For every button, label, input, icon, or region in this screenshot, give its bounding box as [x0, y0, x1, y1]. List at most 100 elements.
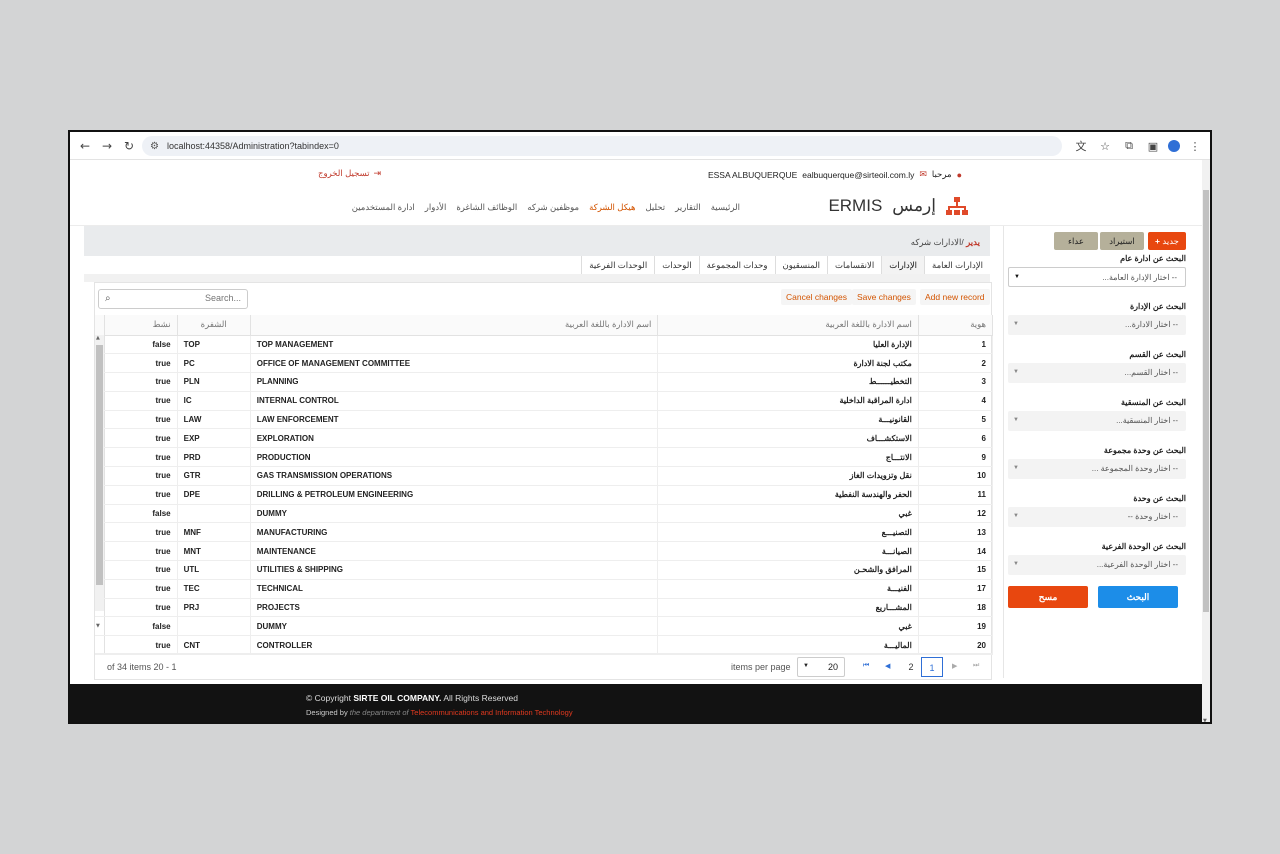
table-row[interactable]: true TEC TECHNICAL الفنيـــة 17	[95, 579, 994, 599]
cell-id[interactable]: 13	[918, 522, 994, 543]
cell-active[interactable]: true	[104, 598, 178, 618]
table-row[interactable]: true GTR GAS TRANSMISSION OPERATIONS نقل وت…	[95, 466, 994, 486]
address-bar[interactable]: ⚙ localhost:44358/Administration?tabinde…	[142, 136, 1062, 156]
cell-code[interactable]: GTR	[177, 466, 251, 486]
cell-name-en[interactable]: PLANNING	[250, 372, 659, 392]
cell-name-ar[interactable]: المرافق والشحـن	[657, 560, 919, 580]
cell-name-en[interactable]: LAW ENFORCEMENT	[250, 410, 659, 430]
cell-id[interactable]: 19	[918, 616, 994, 637]
cell-active[interactable]: true	[104, 410, 178, 430]
cell-name-en[interactable]: MAINTENANCE	[250, 541, 659, 562]
table-row[interactable]: true PRJ PROJECTS المشـــاريع 18	[95, 598, 994, 618]
nav-item-1[interactable]: التقارير	[675, 202, 701, 213]
cell-name-en[interactable]: CONTROLLER	[250, 635, 659, 656]
cancel-button[interactable]: عداء	[1054, 232, 1098, 250]
cell-id[interactable]: 12	[918, 504, 994, 524]
cell-active[interactable]: true	[104, 541, 178, 562]
filter-select[interactable]: ▼ -- اختار وحدة --	[1008, 507, 1186, 527]
grid-scrollbar[interactable]: ▲ ▼	[95, 335, 104, 629]
cell-active[interactable]: false	[104, 504, 178, 524]
scroll-thumb[interactable]	[96, 345, 103, 585]
cell-code[interactable]: TEC	[177, 579, 251, 599]
tab-3[interactable]: المنسقيون	[774, 256, 828, 274]
cell-id[interactable]: 6	[918, 428, 994, 449]
nav-item-5[interactable]: الوظائف الشاغرة	[456, 202, 517, 213]
page-scroll-down-icon[interactable]: ▼	[1203, 718, 1207, 722]
cell-name-ar[interactable]: الإدارة العليا	[657, 335, 919, 355]
breadcrumb-root[interactable]: يدير	[966, 237, 980, 247]
table-row[interactable]: true PRD PRODUCTION الانتـــاج 9	[95, 447, 994, 468]
cell-id[interactable]: 4	[918, 391, 994, 411]
table-row[interactable]: false DUMMY غبي 19	[95, 616, 994, 637]
nav-item-6[interactable]: الأدوار	[425, 202, 447, 213]
scroll-up-icon[interactable]: ▲	[96, 335, 100, 341]
cancel-changes-button[interactable]: Cancel changes	[781, 289, 852, 305]
filter-select[interactable]: ▼ -- اختار وحدة المجموعة ...	[1008, 459, 1186, 479]
filter-select[interactable]: ▼ -- اختار المنسقية...	[1008, 411, 1186, 431]
cell-code[interactable]: CNT	[177, 635, 251, 656]
prev-page-icon[interactable]: ◀	[885, 662, 890, 670]
cell-id[interactable]: 11	[918, 485, 994, 505]
next-page-icon[interactable]: ▶	[952, 662, 957, 670]
cell-name-ar[interactable]: ادارة المراقبة الداخلية	[657, 391, 919, 411]
cell-active[interactable]: true	[104, 447, 178, 468]
import-button[interactable]: استيراد	[1100, 232, 1144, 250]
cell-code[interactable]: LAW	[177, 410, 251, 430]
cell-name-ar[interactable]: الماليـــة	[657, 635, 919, 656]
page-1-button[interactable]: 1	[921, 657, 943, 677]
cell-code[interactable]: UTL	[177, 560, 251, 580]
cell-active[interactable]: true	[104, 372, 178, 392]
more-menu-icon[interactable]: ⋮	[1186, 136, 1204, 156]
cell-name-ar[interactable]: القانونيـــة	[657, 410, 919, 430]
cell-active[interactable]: false	[104, 616, 178, 637]
cell-name-ar[interactable]: غبي	[657, 504, 919, 524]
save-changes-button[interactable]: Save changes	[852, 289, 916, 305]
table-row[interactable]: true IC INTERNAL CONTROL ادارة المراقبة الد…	[95, 391, 994, 411]
page-scroll-thumb[interactable]	[1203, 190, 1209, 612]
cell-id[interactable]: 3	[918, 372, 994, 392]
cell-active[interactable]: true	[104, 560, 178, 580]
tab-2[interactable]: الانقسامات	[827, 256, 882, 274]
new-record-button[interactable]: + جديد	[1148, 232, 1186, 250]
add-record-button[interactable]: Add new record	[920, 289, 990, 305]
cell-code[interactable]	[177, 616, 251, 637]
nav-item-4[interactable]: موظفين شركه	[527, 202, 579, 213]
cell-active[interactable]: false	[104, 335, 178, 355]
cell-active[interactable]: true	[104, 579, 178, 599]
filter-select[interactable]: ▼ -- اختار الادارة...	[1008, 315, 1186, 335]
brand[interactable]: ERMIS إرمس	[828, 196, 968, 216]
cell-name-ar[interactable]: الاستكشـــاف	[657, 428, 919, 449]
tab-0[interactable]: الإدارات العامة	[924, 256, 990, 274]
scroll-down-icon[interactable]: ▼	[96, 623, 100, 629]
cell-code[interactable]: DPE	[177, 485, 251, 505]
search-button[interactable]: البحث	[1098, 586, 1178, 608]
reload-icon[interactable]: ↻	[118, 135, 140, 157]
cell-id[interactable]: 18	[918, 598, 994, 618]
tab-6[interactable]: الوحدات الفرعية	[581, 256, 655, 274]
bookmark-star-icon[interactable]: ☆	[1096, 136, 1114, 156]
cell-name-en[interactable]: TOP MANAGEMENT	[250, 335, 659, 355]
cell-code[interactable]: IC	[177, 391, 251, 411]
cell-name-en[interactable]: EXPLORATION	[250, 428, 659, 449]
cell-name-en[interactable]: TECHNICAL	[250, 579, 659, 599]
cell-name-en[interactable]: DUMMY	[250, 504, 659, 524]
page-2-button[interactable]: 2	[900, 657, 922, 677]
cell-id[interactable]: 9	[918, 447, 994, 468]
cell-code[interactable]: PRJ	[177, 598, 251, 618]
nav-item-0[interactable]: الرئيسية	[711, 202, 740, 213]
cell-name-en[interactable]: MANUFACTURING	[250, 522, 659, 543]
extensions-icon[interactable]: ⧉	[1120, 136, 1138, 156]
cell-name-ar[interactable]: التخطيــــــط	[657, 372, 919, 392]
cell-name-ar[interactable]: الصيانـــة	[657, 541, 919, 562]
cell-code[interactable]: MNF	[177, 522, 251, 543]
table-row[interactable]: true LAW LAW ENFORCEMENT القانونيـــة 5	[95, 410, 994, 430]
search-input[interactable]	[121, 293, 241, 303]
cell-active[interactable]: true	[104, 466, 178, 486]
cell-name-ar[interactable]: نقل وتزويدات الغاز	[657, 466, 919, 486]
cell-name-ar[interactable]: الفنيـــة	[657, 579, 919, 599]
cell-code[interactable]	[177, 504, 251, 524]
table-row[interactable]: true EXP EXPLORATION الاستكشـــاف 6	[95, 428, 994, 449]
cell-id[interactable]: 5	[918, 410, 994, 430]
table-row[interactable]: false DUMMY غبي 12	[95, 504, 994, 524]
cell-code[interactable]: MNT	[177, 541, 251, 562]
